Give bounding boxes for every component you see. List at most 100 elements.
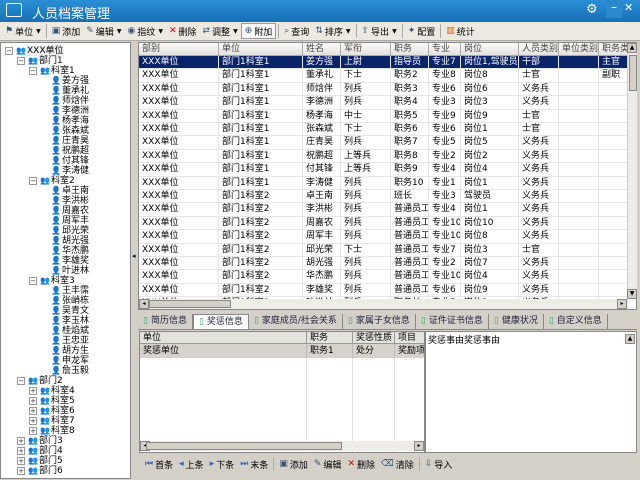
chevron-down-icon[interactable]: ▼ <box>346 28 351 35</box>
table-cell[interactable]: XXX单位 <box>139 123 219 137</box>
tree-node-person[interactable]: 👤张森斌 <box>51 126 89 136</box>
table-cell[interactable]: 部门1科室1 <box>219 69 303 83</box>
minimize-button[interactable]: – <box>606 0 622 18</box>
scroll-right-icon[interactable]: ▸ <box>414 441 424 451</box>
table-cell[interactable]: 岗位2 <box>461 149 519 164</box>
attach-button[interactable]: ⊕ 附加 <box>240 23 277 39</box>
tree-node-person[interactable]: 👤祝鹏超 <box>51 146 89 156</box>
table-cell[interactable]: 专业10 <box>429 230 461 244</box>
table-cell[interactable]: 普通员工 <box>391 230 429 244</box>
table-cell[interactable]: 专业5 <box>429 136 461 150</box>
table-cell[interactable]: XXX单位 <box>139 82 219 97</box>
tree-node-person[interactable]: 👤华杰鹏 <box>51 246 89 256</box>
table-cell[interactable] <box>559 270 599 284</box>
table-cell[interactable]: 部门1科室1 <box>219 56 303 70</box>
edit-button[interactable]: ✎ 编辑 ▼ <box>83 23 124 39</box>
table-cell[interactable]: 主官 <box>599 56 628 70</box>
table-cell[interactable]: 岗位6 <box>461 82 519 97</box>
tree-node-person[interactable]: 👤胡方生 <box>51 346 89 356</box>
table-cell[interactable]: 职务7 <box>391 136 429 150</box>
table-cell[interactable]: 列兵 <box>341 96 391 110</box>
tab[interactable]: ▯ 奖惩信息 <box>192 314 249 329</box>
table-cell[interactable]: 职务6 <box>391 123 429 137</box>
tree-node-person[interactable]: 👤师焓伴 <box>51 96 89 106</box>
table-cell[interactable]: XXX单位 <box>139 216 219 231</box>
table-cell[interactable]: 岗位4 <box>461 163 519 177</box>
table-cell[interactable]: 班长 <box>391 190 429 204</box>
tree-node-person[interactable]: 👤周军丰 <box>51 216 89 226</box>
table-cell[interactable]: 部门1科室1 <box>219 123 303 137</box>
table-cell[interactable]: 普通员工 <box>391 283 429 298</box>
table-cell[interactable] <box>559 176 599 190</box>
table-cell[interactable]: XXX单位 <box>139 136 219 150</box>
table-cell[interactable]: 岗位9 <box>461 283 519 298</box>
table-cell[interactable] <box>559 257 599 271</box>
table-cell[interactable] <box>599 163 628 177</box>
table-cell[interactable]: 普通员工 <box>391 203 429 217</box>
tab[interactable]: ▯ 家庭成员/社会关系 <box>249 314 343 329</box>
expand-icon[interactable]: + <box>29 386 37 395</box>
search-button[interactable]: ⌕ 查询 <box>281 23 312 39</box>
expand-icon[interactable]: + <box>29 426 37 435</box>
table-cell[interactable]: 专业9 <box>429 109 461 123</box>
table-cell[interactable]: 专业7 <box>429 243 461 257</box>
table-cell[interactable] <box>599 82 628 97</box>
tree-node-group[interactable]: − 👥科室3 <box>29 276 75 286</box>
last-button[interactable]: ⏭ 末条 <box>237 456 271 472</box>
table-cell[interactable]: 义务兵 <box>519 203 559 217</box>
column-header[interactable]: 项目 <box>395 332 424 344</box>
table-cell[interactable] <box>559 203 599 217</box>
tree-node-person[interactable]: 👤付其锋 <box>51 156 89 166</box>
table-cell[interactable]: 岗位8 <box>461 230 519 244</box>
grid-horizontal-scrollbar[interactable]: ◂ ▸ <box>139 299 627 309</box>
table-cell[interactable]: 岗位7 <box>461 257 519 271</box>
tree-node-person[interactable]: 👤庄青昊 <box>51 136 89 146</box>
table-cell[interactable] <box>599 123 628 137</box>
table-cell[interactable]: 岗位4 <box>461 270 519 284</box>
table-cell[interactable]: 奖励项 <box>395 344 424 358</box>
tree-node-group[interactable]: + 👥科室6 <box>29 406 75 416</box>
table-cell[interactable] <box>599 149 628 164</box>
table-cell[interactable]: 部门1科室1 <box>219 163 303 177</box>
tree-node-person[interactable]: 👤申龙军 <box>51 356 89 366</box>
table-cell[interactable]: 列兵 <box>341 230 391 244</box>
fingerprint-button[interactable]: ◉ 指纹 ▼ <box>124 23 166 39</box>
column-header[interactable]: 职务 <box>391 43 429 56</box>
table-cell[interactable] <box>599 109 628 123</box>
table-cell[interactable]: 岗位10 <box>461 216 519 231</box>
table-cell[interactable]: 部门1科室1 <box>219 82 303 97</box>
table-cell[interactable]: 李洪彬 <box>303 203 341 217</box>
table-cell[interactable]: 职务8 <box>391 149 429 164</box>
next-button[interactable]: ▸ 下条 <box>207 456 238 472</box>
table-cell[interactable]: 干部 <box>519 56 559 70</box>
table-cell[interactable] <box>599 176 628 190</box>
table-cell[interactable]: 部门1科室2 <box>219 203 303 217</box>
table-cell[interactable]: 付其锋 <box>303 163 341 177</box>
tree-node-group[interactable]: − 👥科室1 <box>29 66 75 76</box>
table-cell[interactable]: 胡光强 <box>303 257 341 271</box>
table-cell[interactable]: 列兵 <box>341 176 391 190</box>
table-cell[interactable]: 专业6 <box>429 82 461 97</box>
table-cell[interactable]: 义务兵 <box>519 149 559 164</box>
table-cell[interactable] <box>559 69 599 83</box>
table-cell[interactable]: 邱光荣 <box>303 243 341 257</box>
table-cell[interactable] <box>559 283 599 298</box>
table-cell[interactable]: 士官 <box>519 69 559 83</box>
table-cell[interactable]: 岗位1 <box>461 123 519 137</box>
column-header[interactable]: 职务 <box>307 332 353 344</box>
table-cell[interactable]: 列兵 <box>341 190 391 204</box>
clear-button[interactable]: ⌫ 清除 <box>378 456 417 472</box>
table-cell[interactable] <box>559 123 599 137</box>
table-cell[interactable]: 部门1科室1 <box>219 176 303 190</box>
table-cell[interactable] <box>599 203 628 217</box>
scroll-thumb[interactable] <box>149 300 231 308</box>
table-cell[interactable]: 部门1科室2 <box>219 230 303 244</box>
table-cell[interactable]: 岗位3 <box>461 96 519 110</box>
gear-icon[interactable]: ⚙ <box>586 2 598 17</box>
export-button[interactable]: ⇪ 导出 ▼ <box>359 23 400 39</box>
scroll-thumb[interactable] <box>146 442 342 450</box>
table-cell[interactable]: 副职 <box>599 69 628 83</box>
expand-icon[interactable]: + <box>17 446 25 455</box>
tree-node-person[interactable]: 👤姜方强 <box>51 76 89 86</box>
expand-icon[interactable]: + <box>17 456 25 465</box>
